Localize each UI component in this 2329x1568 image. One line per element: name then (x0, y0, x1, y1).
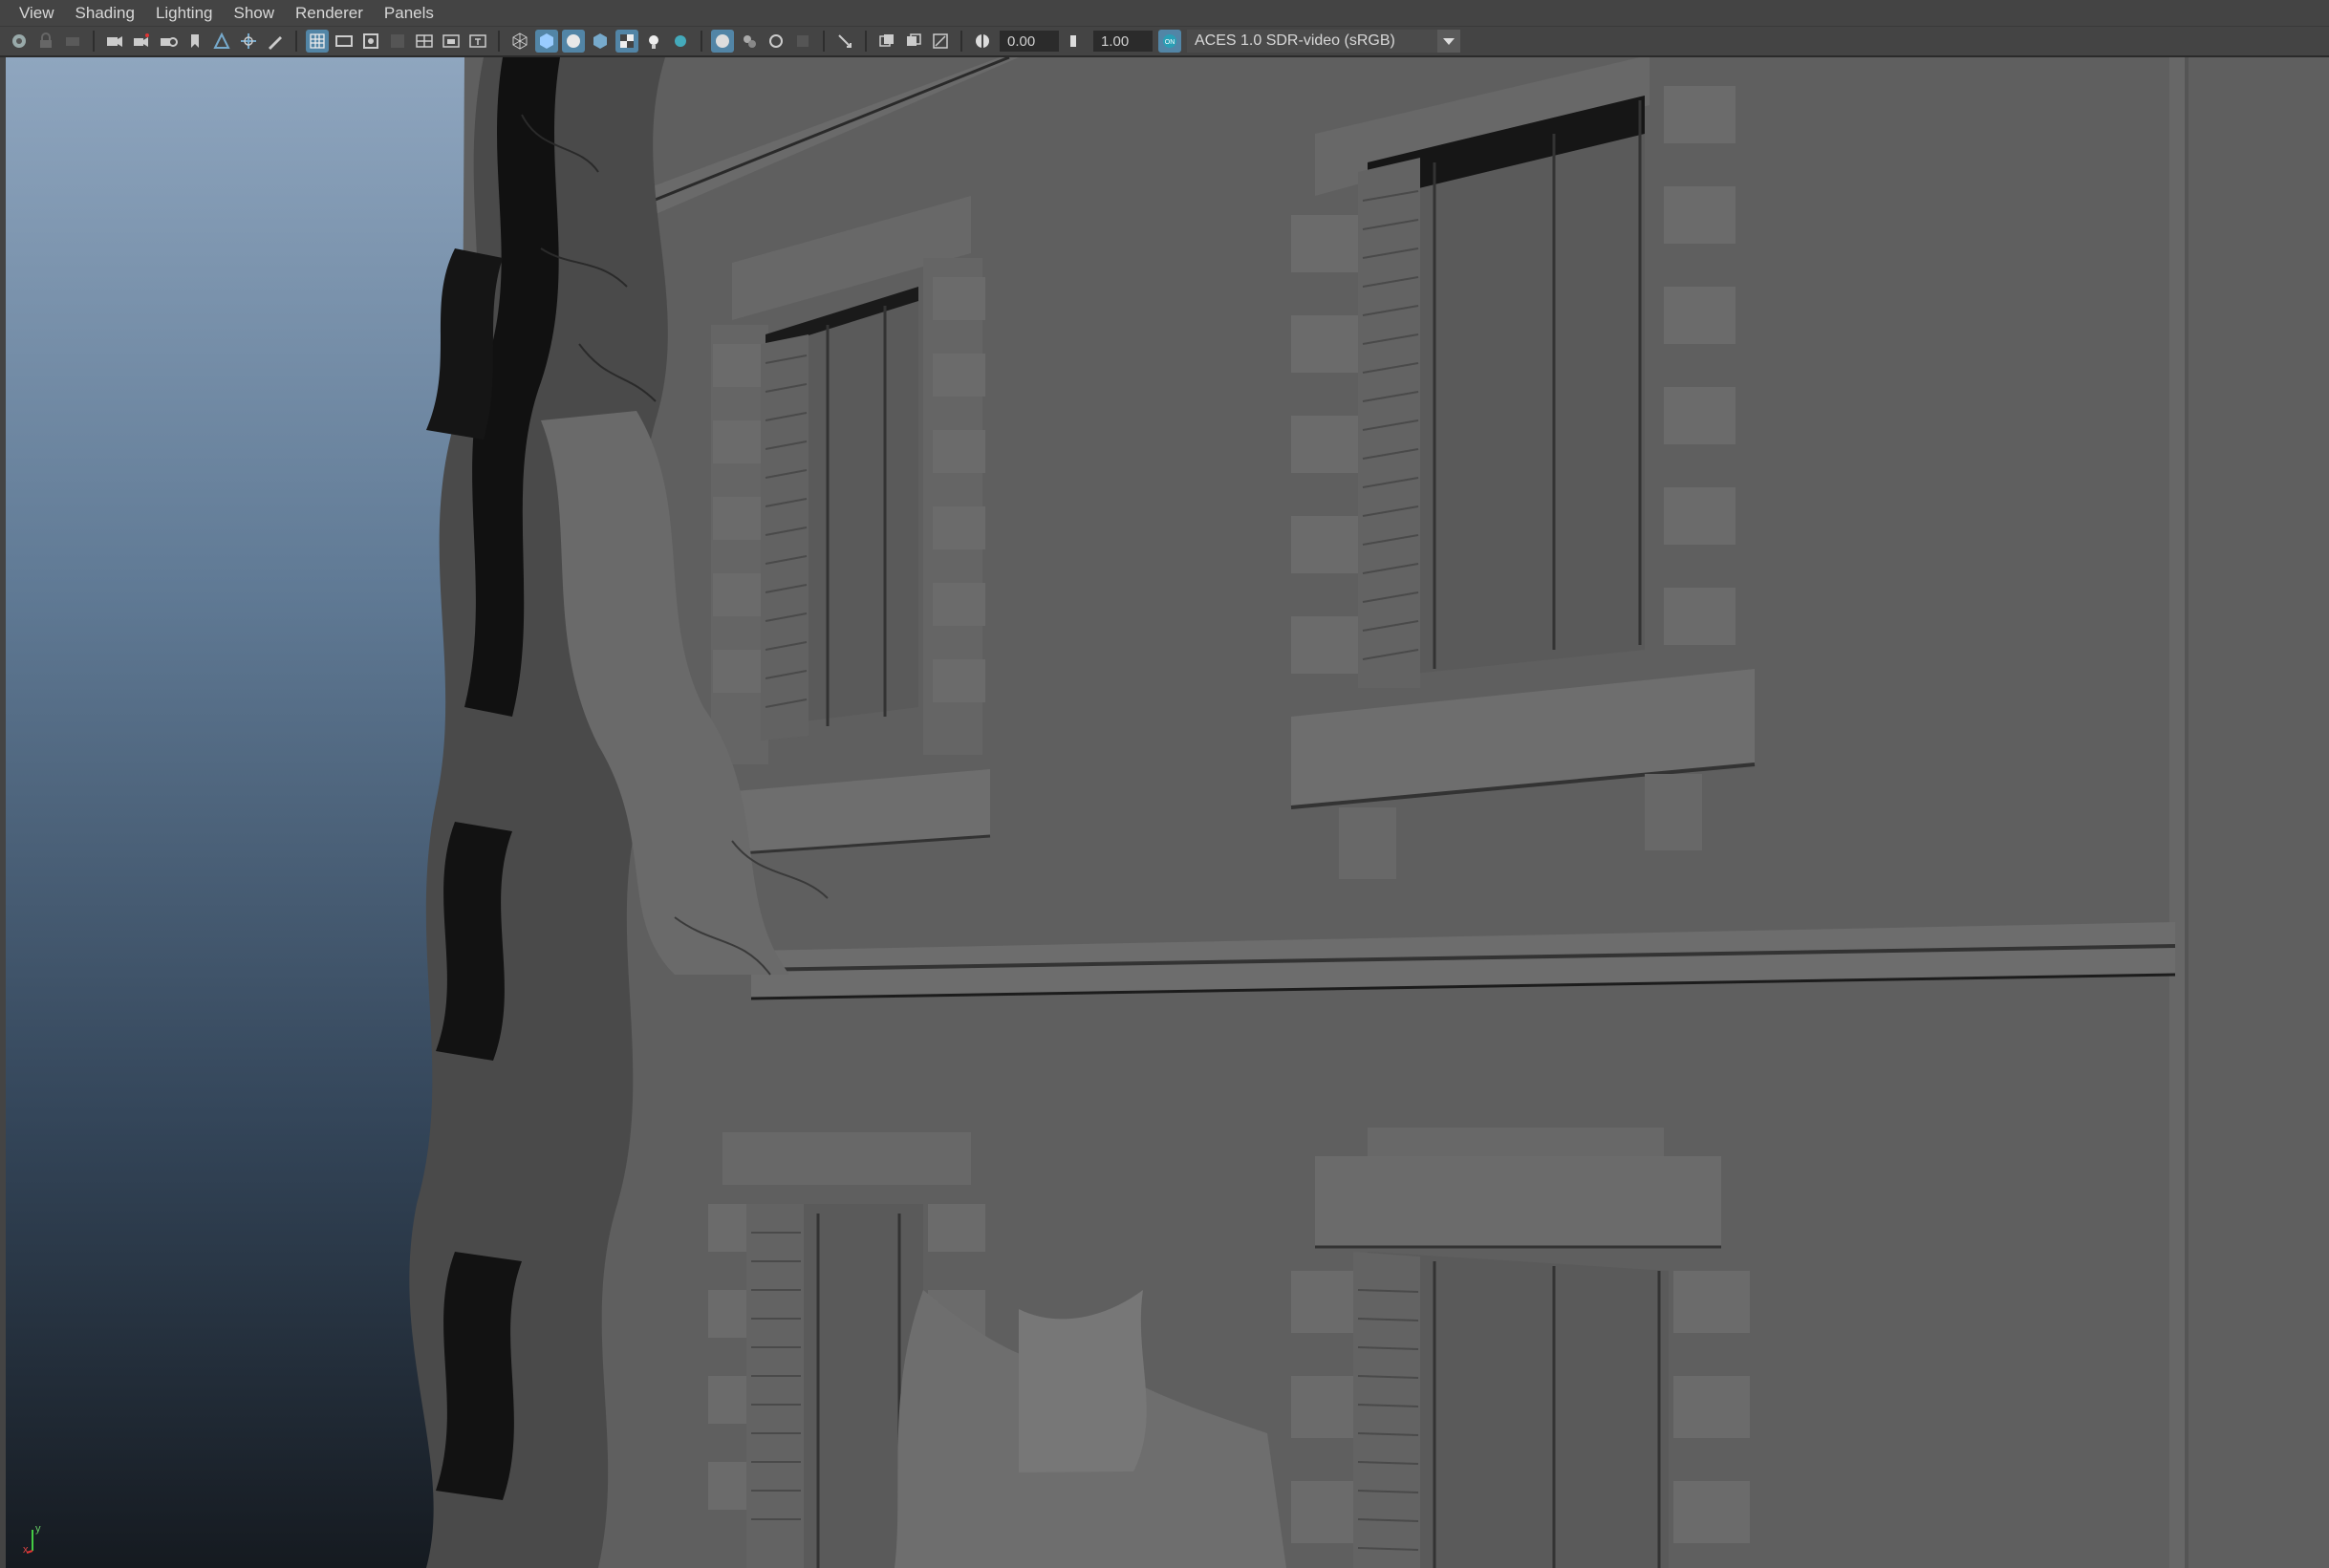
3d-viewport[interactable]: y x (6, 57, 2329, 1568)
select-camera-icon[interactable] (8, 30, 31, 53)
xray-icon[interactable] (711, 30, 734, 53)
camera-keyframe-icon[interactable] (130, 30, 153, 53)
building-facade-scene (409, 57, 2329, 1568)
menu-lighting[interactable]: Lighting (156, 4, 213, 23)
toolbar-separator (960, 31, 962, 52)
axis-x-label: x (23, 1544, 29, 1556)
axis-gizmo: y x (23, 1520, 61, 1558)
viewport-menubar: View Shading Lighting Show Renderer Pane… (0, 0, 2329, 27)
toolbar-separator (701, 31, 702, 52)
toolbar-separator (865, 31, 867, 52)
svg-text:ON: ON (1165, 39, 1175, 46)
motion-blur-icon[interactable] (833, 30, 856, 53)
grease-pencil-icon[interactable] (264, 30, 287, 53)
smooth-shade-icon[interactable] (535, 30, 558, 53)
anti-aliasing-icon[interactable] (875, 30, 898, 53)
image-plane-icon[interactable] (210, 30, 233, 53)
resolution-gate-icon[interactable] (359, 30, 382, 53)
menu-show[interactable]: Show (234, 4, 275, 23)
camera-attributes-icon[interactable] (61, 30, 84, 53)
viewport-toolbar: 0.00 1.00 ON ACES 1.0 SDR-video (sRGB) (0, 27, 2329, 57)
safe-title-icon[interactable] (466, 30, 489, 53)
xray-joints-icon[interactable] (738, 30, 761, 53)
exposure-field[interactable]: 0.00 (1000, 31, 1059, 52)
screen-space-icon[interactable] (929, 30, 952, 53)
textured-icon[interactable] (589, 30, 612, 53)
grid-icon[interactable] (306, 30, 329, 53)
isolate-select-icon[interactable] (669, 30, 692, 53)
film-gate-icon[interactable] (333, 30, 356, 53)
gamma-icon[interactable] (1065, 30, 1088, 53)
gamma-field[interactable]: 1.00 (1093, 31, 1153, 52)
menu-view[interactable]: View (19, 4, 54, 23)
toolbar-separator (498, 31, 500, 52)
toolbar-separator (295, 31, 297, 52)
depth-of-field-icon[interactable] (902, 30, 925, 53)
backface-icon[interactable] (765, 30, 787, 53)
color-management-dropdown[interactable]: ACES 1.0 SDR-video (sRGB) (1187, 30, 1437, 53)
wireframe-icon[interactable] (508, 30, 531, 53)
ambient-occlusion-icon[interactable] (791, 30, 814, 53)
toolbar-separator (93, 31, 95, 52)
toolbar-separator (823, 31, 825, 52)
camera-icon[interactable] (103, 30, 126, 53)
color-management-icon[interactable]: ON (1158, 30, 1181, 53)
shadows-icon[interactable] (615, 30, 638, 53)
chevron-down-icon[interactable] (1437, 30, 1460, 53)
menu-renderer[interactable]: Renderer (295, 4, 363, 23)
camera-attributes-icon[interactable] (157, 30, 180, 53)
2d-pan-zoom-icon[interactable] (237, 30, 260, 53)
bookmark-icon[interactable] (183, 30, 206, 53)
menu-shading[interactable]: Shading (75, 4, 135, 23)
menu-panels[interactable]: Panels (384, 4, 434, 23)
lights-icon[interactable] (642, 30, 665, 53)
axis-y-label: y (35, 1523, 41, 1535)
field-chart-icon[interactable] (413, 30, 436, 53)
default-material-icon[interactable] (562, 30, 585, 53)
gate-mask-icon[interactable] (386, 30, 409, 53)
safe-action-icon[interactable] (440, 30, 463, 53)
exposure-icon[interactable] (971, 30, 994, 53)
lock-camera-icon[interactable] (34, 30, 57, 53)
